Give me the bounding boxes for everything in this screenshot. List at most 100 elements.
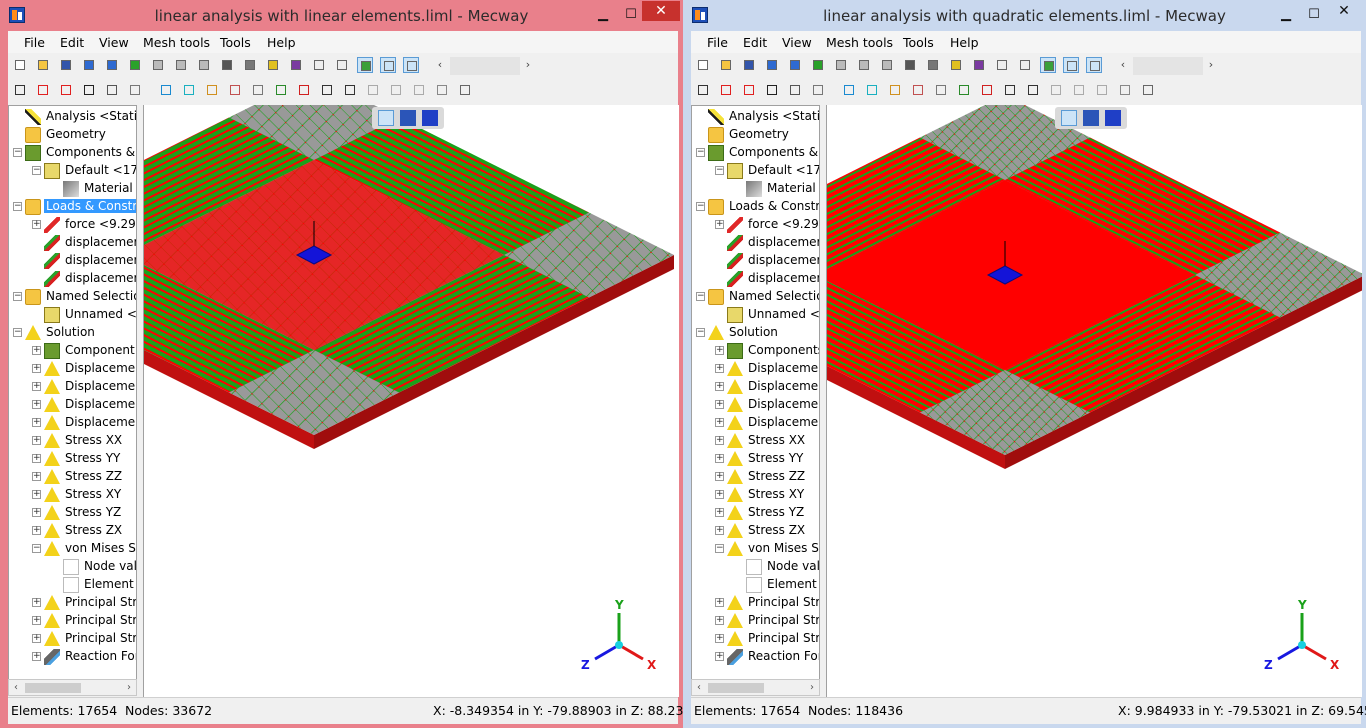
menu-tools[interactable]: Tools bbox=[220, 35, 251, 50]
model-viewport[interactable]: Y X Z bbox=[143, 105, 679, 697]
scroll-thumb[interactable] bbox=[25, 683, 81, 693]
rotate-icon[interactable] bbox=[948, 57, 964, 73]
select-icon[interactable] bbox=[288, 57, 304, 73]
select-icon[interactable] bbox=[971, 57, 987, 73]
zoom-icon[interactable] bbox=[902, 57, 918, 73]
expand-icon[interactable]: + bbox=[715, 364, 724, 373]
refine-icon[interactable] bbox=[127, 82, 143, 98]
expand-icon[interactable]: + bbox=[32, 652, 41, 661]
collapse-icon[interactable]: − bbox=[13, 202, 22, 211]
title-bar[interactable]: linear analysis with linear elements.lim… bbox=[0, 0, 683, 31]
tri-cyan-icon[interactable] bbox=[864, 82, 880, 98]
view-front-icon[interactable] bbox=[173, 57, 189, 73]
stack-icon[interactable] bbox=[887, 82, 903, 98]
expand-icon[interactable]: + bbox=[32, 364, 41, 373]
expand-icon[interactable]: + bbox=[32, 598, 41, 607]
expand-icon[interactable]: + bbox=[32, 490, 41, 499]
undo-icon[interactable] bbox=[764, 57, 780, 73]
menu-edit[interactable]: Edit bbox=[743, 35, 767, 50]
split-icon[interactable] bbox=[104, 82, 120, 98]
collapse-icon[interactable]: − bbox=[696, 328, 705, 337]
collapse-icon[interactable]: − bbox=[13, 148, 22, 157]
expand-icon[interactable]: + bbox=[32, 346, 41, 355]
expand-icon[interactable]: + bbox=[715, 346, 724, 355]
view-top-icon[interactable] bbox=[196, 57, 212, 73]
warning-icon[interactable] bbox=[342, 82, 358, 98]
menu-edit[interactable]: Edit bbox=[60, 35, 84, 50]
scroll-left-arrow-icon[interactable]: ‹ bbox=[692, 680, 706, 695]
plate-icon[interactable] bbox=[1094, 82, 1110, 98]
scroll-thumb[interactable] bbox=[708, 683, 764, 693]
menu-view[interactable]: View bbox=[99, 35, 129, 50]
save-icon[interactable] bbox=[741, 57, 757, 73]
expand-icon[interactable]: + bbox=[32, 454, 41, 463]
menu-mesh-tools[interactable]: Mesh tools bbox=[826, 35, 893, 50]
cube-icon[interactable] bbox=[334, 57, 350, 73]
expand-icon[interactable]: + bbox=[32, 400, 41, 409]
tri-blue-icon[interactable] bbox=[841, 82, 857, 98]
save-icon[interactable] bbox=[58, 57, 74, 73]
expand-icon[interactable]: + bbox=[715, 490, 724, 499]
expand-icon[interactable]: + bbox=[715, 652, 724, 661]
zoom-icon[interactable] bbox=[219, 57, 235, 73]
collapse-icon[interactable]: − bbox=[13, 328, 22, 337]
pan-icon[interactable] bbox=[925, 57, 941, 73]
collapse-icon[interactable]: − bbox=[32, 544, 41, 553]
expand-icon[interactable]: + bbox=[715, 454, 724, 463]
split-icon[interactable] bbox=[787, 82, 803, 98]
expand-icon[interactable]: + bbox=[32, 436, 41, 445]
grid-icon[interactable] bbox=[1140, 82, 1156, 98]
model-viewport[interactable]: Y X Z bbox=[826, 105, 1362, 697]
stripe-icon[interactable] bbox=[434, 82, 450, 98]
cube-red-icon[interactable] bbox=[58, 82, 74, 98]
dots-icon[interactable] bbox=[979, 82, 995, 98]
menu-view[interactable]: View bbox=[782, 35, 812, 50]
new-icon[interactable] bbox=[12, 57, 28, 73]
expand-icon[interactable]: + bbox=[715, 616, 724, 625]
close-button[interactable]: ✕ bbox=[642, 1, 680, 21]
expand-icon[interactable]: + bbox=[715, 400, 724, 409]
arc-icon[interactable] bbox=[1071, 82, 1087, 98]
arc-icon[interactable] bbox=[388, 82, 404, 98]
close-button[interactable]: ✕ bbox=[1325, 1, 1363, 21]
dots-icon[interactable] bbox=[296, 82, 312, 98]
open-icon[interactable] bbox=[35, 57, 51, 73]
expand-icon[interactable]: + bbox=[715, 418, 724, 427]
solid-icon[interactable] bbox=[1040, 57, 1056, 73]
pan-icon[interactable] bbox=[242, 57, 258, 73]
expand-icon[interactable]: + bbox=[715, 382, 724, 391]
redo-icon[interactable] bbox=[104, 57, 120, 73]
expand-icon[interactable]: + bbox=[32, 634, 41, 643]
cube-icon[interactable] bbox=[1017, 57, 1033, 73]
equals-icon[interactable] bbox=[127, 57, 143, 73]
tree-horizontal-scrollbar[interactable]: ‹ › bbox=[8, 679, 137, 696]
stack-icon[interactable] bbox=[204, 82, 220, 98]
toolbar-scroll-left-icon[interactable]: ‹ bbox=[432, 57, 448, 73]
line-icon[interactable] bbox=[365, 82, 381, 98]
expand-icon[interactable]: + bbox=[715, 436, 724, 445]
view-front-icon[interactable] bbox=[856, 57, 872, 73]
hidden-icon[interactable] bbox=[1086, 57, 1102, 73]
collapse-icon[interactable]: − bbox=[715, 166, 724, 175]
menu-tools[interactable]: Tools bbox=[903, 35, 934, 50]
expand-icon[interactable]: + bbox=[32, 382, 41, 391]
model-tree[interactable]: Analysis <Static Geometry − Components & − De… bbox=[8, 105, 137, 687]
tree-horizontal-scrollbar[interactable]: ‹ › bbox=[691, 679, 820, 696]
toolbar-scroll-right-icon[interactable]: › bbox=[1203, 57, 1219, 73]
stripe-icon[interactable] bbox=[1117, 82, 1133, 98]
rect-icon[interactable] bbox=[718, 82, 734, 98]
wireframe-view-icon[interactable] bbox=[378, 110, 394, 126]
plate-icon[interactable] bbox=[411, 82, 427, 98]
expand-icon[interactable]: + bbox=[715, 634, 724, 643]
scroll-right-arrow-icon[interactable]: › bbox=[122, 680, 136, 695]
box-icon[interactable] bbox=[994, 57, 1010, 73]
scroll-left-arrow-icon[interactable]: ‹ bbox=[9, 680, 23, 695]
new-icon[interactable] bbox=[695, 57, 711, 73]
delete-icon[interactable] bbox=[764, 82, 780, 98]
bend-icon[interactable] bbox=[227, 82, 243, 98]
view-iso-icon[interactable] bbox=[833, 57, 849, 73]
collapse-icon[interactable]: − bbox=[696, 148, 705, 157]
node-merge-icon[interactable] bbox=[273, 82, 289, 98]
node-icon[interactable] bbox=[695, 82, 711, 98]
collapse-icon[interactable]: − bbox=[13, 292, 22, 301]
